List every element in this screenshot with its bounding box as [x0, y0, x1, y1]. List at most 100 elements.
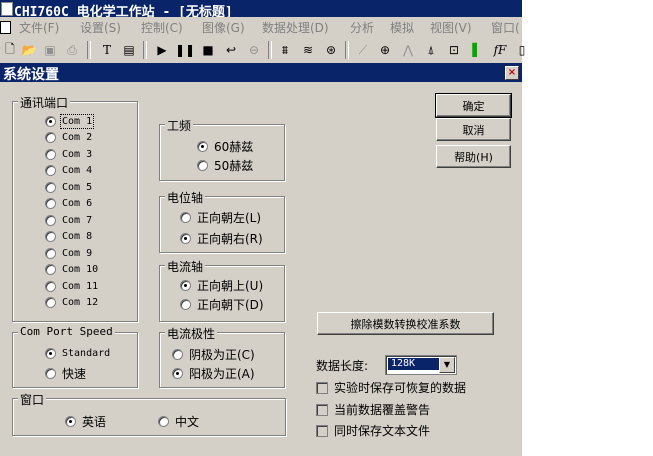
radio-polarity-anodic[interactable]: 阳极为正(A) [172, 365, 255, 382]
pause-icon[interactable]: ❚❚ [175, 41, 195, 59]
radio-dot[interactable] [45, 132, 56, 143]
help-button[interactable]: 帮助(H) [436, 145, 511, 168]
extra-icon[interactable]: ⊡ [445, 41, 463, 59]
radio-potential-right[interactable]: 正向朝右(R) [180, 230, 263, 247]
radio-dot[interactable] [180, 233, 191, 244]
radio-com-5[interactable]: Com 5 [45, 182, 92, 193]
zoom-icon[interactable]: ⊕ [376, 41, 394, 59]
chevron-down-icon[interactable]: ▼ [439, 357, 455, 373]
checkbox-overwrite-warning[interactable]: 当前数据覆盖警告 [316, 401, 430, 418]
menu-file[interactable]: 文件(F) [19, 19, 59, 36]
data-length-select[interactable]: 128K ▼ [385, 355, 457, 375]
current-polarity-legend: 电流极性 [165, 325, 218, 342]
radio-com-4[interactable]: Com 4 [45, 165, 92, 176]
radio-dot[interactable] [180, 280, 191, 291]
radio-dot[interactable] [172, 349, 183, 360]
radio-com-2[interactable]: Com 2 [45, 132, 92, 143]
radio-dot[interactable] [45, 198, 56, 209]
radio-dot[interactable] [45, 348, 56, 359]
radio-current-down[interactable]: 正向朝下(D) [180, 296, 264, 313]
reverse-icon[interactable]: ↩ [222, 41, 240, 59]
checkbox-save-text-file[interactable]: 同时保存文本文件 [316, 422, 430, 439]
potential-axis-legend: 电位轴 [165, 189, 206, 206]
radio-com-9[interactable]: Com 9 [45, 248, 92, 259]
menu-graphics[interactable]: 图像(G) [202, 19, 245, 36]
radio-com-1[interactable]: Com 1 [45, 114, 95, 129]
menu-checkbox[interactable] [0, 21, 11, 34]
hist-icon[interactable]: ⟋ [354, 41, 372, 59]
clear-adc-calibration-button[interactable]: 擦除模数转换校准系数 [317, 312, 494, 335]
checkbox-box[interactable] [316, 424, 328, 437]
radio-lang-english[interactable]: 英语 [65, 413, 106, 430]
radio-speed-fast[interactable]: 快速 [45, 365, 86, 382]
run-icon[interactable]: ▶ [153, 41, 171, 59]
special-icon[interactable]: ⍋ [422, 41, 440, 59]
radio-dot[interactable] [180, 299, 191, 310]
radio-com-3[interactable]: Com 3 [45, 149, 92, 160]
radio-dot[interactable] [45, 182, 56, 193]
toolbar-separator [87, 41, 91, 59]
radio-dot[interactable] [197, 160, 208, 171]
radio-dot[interactable] [65, 416, 76, 427]
radio-freq-50[interactable]: 50赫兹 [197, 157, 253, 174]
radio-com-6[interactable]: Com 6 [45, 198, 92, 209]
toolbar-more-icon[interactable]: ▯ [513, 41, 531, 59]
radio-dot[interactable] [158, 416, 169, 427]
radio-dot[interactable] [45, 248, 56, 259]
radio-freq-60[interactable]: 60赫兹 [197, 138, 253, 155]
radio-dot[interactable] [45, 231, 56, 242]
radio-com-10[interactable]: Com 10 [45, 264, 98, 275]
save-icon[interactable]: ▣ [41, 41, 59, 59]
menu-simulation[interactable]: 模拟 [390, 19, 414, 36]
font-icon[interactable]: fF [491, 41, 509, 59]
radio-com-7[interactable]: Com 7 [45, 215, 92, 226]
graph-icon[interactable]: ⩩ [276, 41, 294, 59]
menu-window[interactable]: 窗口( [491, 19, 520, 36]
radio-com-12[interactable]: Com 12 [45, 297, 98, 308]
close-button[interactable]: × [505, 66, 519, 80]
checkbox-box[interactable] [316, 403, 328, 416]
checkbox-box[interactable] [316, 381, 328, 394]
radio-dot[interactable] [45, 264, 56, 275]
ok-button[interactable]: 确定 [435, 93, 512, 118]
menu-data-processing[interactable]: 数据处理(D) [262, 19, 329, 36]
menu-control[interactable]: 控制(C) [141, 19, 183, 36]
radio-dot[interactable] [197, 141, 208, 152]
radio-dot[interactable] [180, 212, 191, 223]
menu-view[interactable]: 视图(V) [430, 19, 472, 36]
radio-lang-chinese[interactable]: 中文 [158, 413, 199, 430]
dialog-title: 系统设置 [3, 67, 59, 83]
page-icon[interactable]: ▤ [120, 41, 138, 59]
radio-polarity-cathodic[interactable]: 阴极为正(C) [172, 346, 255, 363]
radio-dot[interactable] [45, 116, 56, 127]
radio-dot[interactable] [45, 297, 56, 308]
cancel-button[interactable]: 取消 [436, 118, 511, 141]
radio-dot[interactable] [45, 281, 56, 292]
new-file-icon[interactable]: 🗋 [1, 41, 19, 59]
smooth-icon[interactable]: ≋ [299, 41, 317, 59]
color-icon[interactable]: ▌ [468, 41, 486, 59]
radio-com-11[interactable]: Com 11 [45, 281, 98, 292]
radio-speed-standard[interactable]: Standard [45, 348, 110, 359]
open-folder-icon[interactable]: 📂 [20, 41, 38, 59]
menu-settings[interactable]: 设置(S) [80, 19, 121, 36]
menu-analysis[interactable]: 分析 [350, 19, 374, 36]
stop-icon[interactable]: ■ [199, 41, 217, 59]
checkbox-save-recoverable-data[interactable]: 实验时保存可恢复的数据 [316, 379, 466, 396]
radio-dot[interactable] [45, 165, 56, 176]
radio-dot[interactable] [45, 215, 56, 226]
app-icon [1, 2, 13, 16]
radio-com-8[interactable]: Com 8 [45, 231, 92, 242]
text-icon[interactable]: T [98, 41, 116, 59]
print-icon[interactable]: ⎙ [63, 41, 81, 59]
toolbar-separator [268, 41, 272, 59]
radio-current-up[interactable]: 正向朝上(U) [180, 277, 263, 294]
radio-potential-left[interactable]: 正向朝左(L) [180, 209, 261, 226]
cell-icon[interactable]: ⊖ [245, 41, 263, 59]
radio-dot[interactable] [45, 149, 56, 160]
com-port-speed-legend: Com Port Speed [18, 325, 115, 338]
peak-icon[interactable]: ⋀ [399, 41, 417, 59]
radio-dot[interactable] [45, 368, 56, 379]
cv-icon[interactable]: ⊛ [322, 41, 340, 59]
radio-dot[interactable] [172, 368, 183, 379]
